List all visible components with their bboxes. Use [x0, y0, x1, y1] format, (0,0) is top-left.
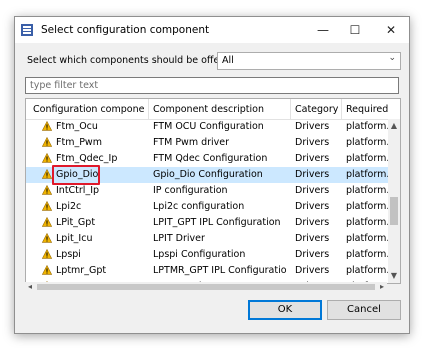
column-divider[interactable]	[148, 99, 149, 119]
cell-category: Drivers	[295, 185, 330, 196]
filter-input[interactable]: type filter text	[25, 77, 399, 94]
cell-required: platform.d	[346, 217, 388, 228]
warning-icon	[42, 121, 52, 131]
app-icon	[21, 24, 33, 36]
warning-icon	[42, 249, 52, 259]
cell-category: Drivers	[295, 201, 330, 212]
cell-required: platform.d	[346, 169, 388, 180]
highlight-annotation-box	[52, 165, 100, 185]
table-row[interactable]: Lpspi Lpspi Configuration Drivers platform.…	[26, 247, 388, 263]
header-required[interactable]: Required S	[346, 104, 388, 115]
warning-icon	[42, 217, 52, 227]
header-configuration-component[interactable]: Configuration component	[33, 104, 145, 115]
cell-component: LPit_Gpt	[56, 217, 96, 228]
cell-component: Lpit_Icu	[56, 233, 93, 244]
cell-description: Lpi2c configuration	[153, 201, 245, 212]
chevron-down-icon: ⌄	[388, 53, 396, 63]
cell-description: Lpspi Configuration	[153, 249, 246, 260]
cell-description: LPTMR_GPT IPL Configuration	[153, 265, 287, 276]
cell-category: Drivers	[295, 121, 330, 132]
header-component-description[interactable]: Component description	[153, 104, 287, 115]
minimize-button[interactable]: —	[307, 17, 339, 43]
scroll-down-icon[interactable]: ▼	[388, 269, 400, 283]
ok-button[interactable]: OK	[248, 300, 322, 320]
cell-required: platform.d	[346, 265, 388, 276]
cell-category: Drivers	[295, 169, 330, 180]
cancel-button[interactable]: Cancel	[327, 300, 401, 320]
cell-category: Drivers	[295, 137, 330, 148]
select-value: All	[222, 55, 234, 66]
cell-required: platform.d	[346, 201, 388, 212]
table-row[interactable]: LPit_Gpt LPIT_GPT IPL Configuration Driver…	[26, 215, 388, 231]
table-row[interactable]: Lptmr_Gpt LPTMR_GPT IPL Configuration Driv…	[26, 263, 388, 279]
selector-label: Select which components should be offere…	[27, 55, 235, 66]
cell-component: IntCtrl_Ip	[56, 185, 100, 196]
filter-placeholder: type filter text	[30, 80, 99, 91]
cell-category: Drivers	[295, 217, 330, 228]
column-divider[interactable]	[341, 99, 342, 119]
components-table: Configuration component Component descri…	[25, 98, 401, 284]
maximize-button[interactable]: ☐	[339, 17, 371, 43]
vertical-scrollbar[interactable]: ▲ ▼	[388, 119, 400, 283]
scroll-left-icon[interactable]: ◂	[25, 282, 35, 292]
cell-category: Drivers	[295, 249, 330, 260]
warning-icon	[42, 201, 52, 211]
cell-required: platform.d	[346, 185, 388, 196]
cell-component: Ftm_Qdec_Ip	[56, 153, 118, 164]
warning-icon	[42, 233, 52, 243]
table-row[interactable]: Lpit_Icu LPIT Driver Drivers platform.d	[26, 231, 388, 247]
table-row[interactable]: IntCtrl_Ip IP configuration Drivers platfor…	[26, 183, 388, 199]
cell-description: FTM OCU Configuration	[153, 121, 264, 132]
component-filter-select[interactable]: All ⌄	[217, 52, 401, 70]
scroll-up-icon[interactable]: ▲	[388, 119, 400, 133]
cell-component: Ftm_Ocu	[56, 121, 98, 132]
hscroll-thumb[interactable]	[37, 284, 375, 290]
cell-category: Drivers	[295, 233, 330, 244]
table-row[interactable]: Lpi2c Lpi2c configuration Drivers platform.…	[26, 199, 388, 215]
horizontal-scrollbar[interactable]: ◂ ▸	[25, 282, 387, 292]
table-row[interactable]: Ftm_Ocu FTM OCU Configuration Drivers platf…	[26, 119, 388, 135]
cell-required: platform.d	[346, 121, 388, 132]
scroll-thumb[interactable]	[390, 197, 398, 225]
dialog-title: Select configuration component	[41, 24, 210, 36]
column-divider[interactable]	[290, 99, 291, 119]
cell-category: Drivers	[295, 153, 330, 164]
cell-category: Drivers	[295, 265, 330, 276]
cell-description: LPIT Driver	[153, 233, 205, 244]
warning-icon	[42, 153, 52, 163]
warning-icon	[42, 265, 52, 275]
title-bar[interactable]: Select configuration component — ☐ ✕	[15, 17, 409, 43]
cell-description: FTM Qdec Configuration	[153, 153, 268, 164]
warning-icon	[42, 169, 52, 179]
cell-description: Gpio_Dio Configuration	[153, 169, 263, 180]
header-category[interactable]: Category	[295, 104, 341, 115]
table-row[interactable]: Gpio_Dio Gpio_Dio Configuration Drivers pla…	[26, 165, 388, 185]
table-row[interactable]: Ftm_Pwm FTM Pwm driver Drivers platform.d	[26, 135, 388, 151]
cell-required: platform.d	[346, 137, 388, 148]
cell-required: platform.d	[346, 153, 388, 164]
close-button[interactable]: ✕	[375, 17, 407, 43]
warning-icon	[42, 137, 52, 147]
dialog-window: Select configuration component — ☐ ✕ Sel…	[14, 16, 410, 334]
cell-required: platform.d	[346, 233, 388, 244]
cell-description: IP configuration	[153, 185, 228, 196]
cell-description: FTM Pwm driver	[153, 137, 230, 148]
scroll-right-icon[interactable]: ▸	[377, 282, 387, 292]
cell-component: Ftm_Pwm	[56, 137, 102, 148]
cell-required: platform.d	[346, 249, 388, 260]
cell-component: Lpspi	[56, 249, 81, 260]
cell-component: Lptmr_Gpt	[56, 265, 107, 276]
cell-component: Lpi2c	[56, 201, 82, 212]
warning-icon	[42, 185, 52, 195]
table-header: Configuration component Component descri…	[26, 99, 400, 120]
cell-description: LPIT_GPT IPL Configuration	[153, 217, 281, 228]
